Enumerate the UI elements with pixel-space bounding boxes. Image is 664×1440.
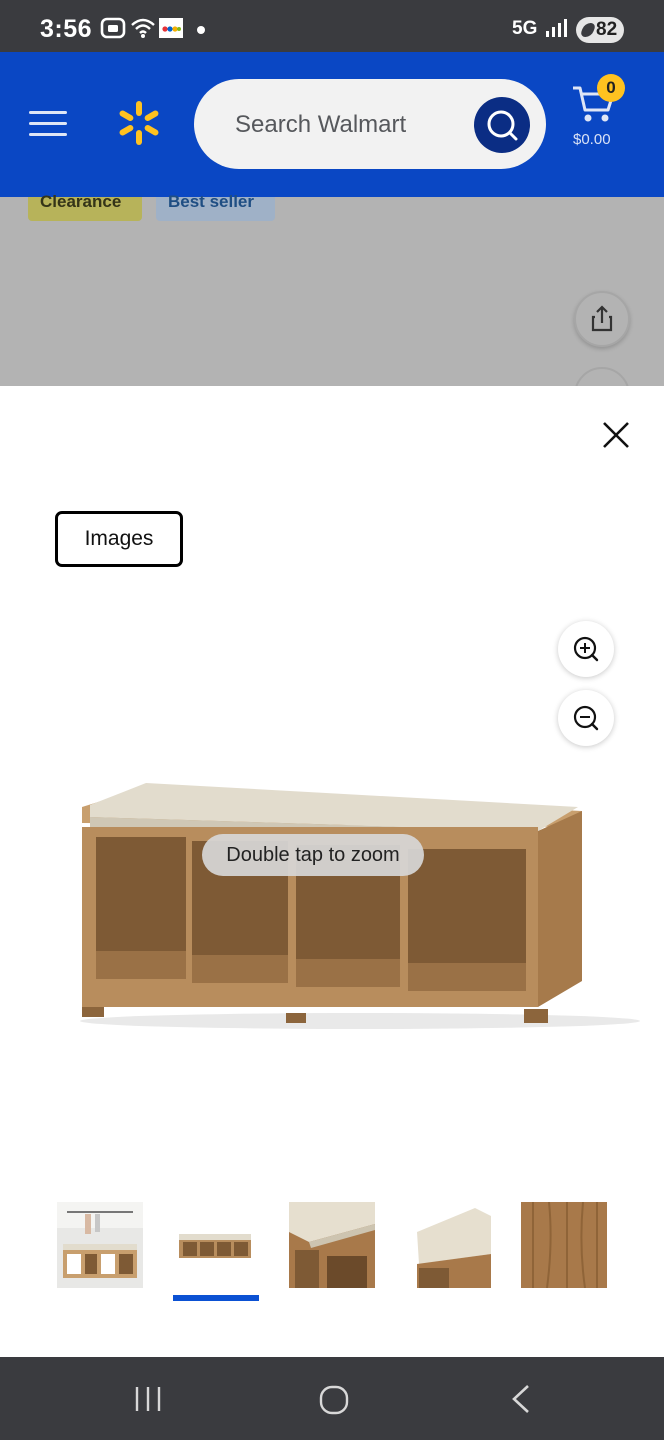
cart-total: $0.00 (573, 131, 611, 148)
battery-saver-icon (579, 23, 597, 37)
clearance-tag: Clearance (28, 193, 142, 221)
network-type: 5G (512, 18, 538, 39)
zoom-in-button[interactable] (558, 621, 614, 677)
search-placeholder: Search Walmart (235, 111, 407, 138)
double-tap-hint: Double tap to zoom (202, 834, 424, 876)
home-icon[interactable] (318, 1384, 350, 1416)
share-button[interactable] (574, 291, 630, 347)
battery-level: 82 (596, 19, 618, 40)
background-product-page: Clearance Best seller (0, 193, 664, 423)
battery-indicator: 82 (576, 17, 624, 43)
thumbnail-corner-detail[interactable] (405, 1202, 491, 1288)
search-button[interactable] (474, 97, 530, 153)
selected-thumbnail-indicator (173, 1295, 259, 1301)
thumbnail-room-scene[interactable] (57, 1202, 143, 1288)
system-nav-bar (0, 1357, 664, 1440)
ebay-icon (159, 18, 183, 38)
signal-icon (546, 19, 567, 37)
thumbnail-bench-front[interactable] (173, 1202, 259, 1288)
search-input[interactable]: Search Walmart (194, 79, 546, 169)
walmart-spark-logo[interactable] (116, 100, 162, 146)
screen-record-icon (100, 17, 126, 39)
menu-icon[interactable] (29, 109, 67, 139)
dot-icon (197, 26, 205, 34)
back-icon[interactable] (508, 1384, 534, 1414)
search-icon (487, 110, 518, 141)
app-header: Search Walmart 0 $0.00 (0, 52, 664, 197)
recent-apps-icon[interactable] (133, 1385, 163, 1413)
cart-count-badge: 0 (597, 74, 625, 102)
status-time: 3:56 (40, 15, 93, 43)
zoom-out-icon (573, 705, 599, 731)
best-seller-tag: Best seller (156, 193, 275, 221)
image-viewer-sheet: Images Double tap to zoom (0, 386, 664, 1357)
close-icon[interactable] (598, 417, 634, 453)
wifi-icon (131, 18, 155, 38)
images-tab[interactable]: Images (55, 511, 183, 567)
zoom-out-button[interactable] (558, 690, 614, 746)
thumbnail-wood-grain[interactable] (521, 1202, 607, 1288)
status-bar: 3:56 5G 82 (0, 0, 664, 52)
thumbnail-cushion-detail[interactable] (289, 1202, 375, 1288)
product-image-bench[interactable] (60, 771, 640, 1041)
zoom-in-icon (573, 636, 599, 662)
share-icon (591, 305, 613, 332)
